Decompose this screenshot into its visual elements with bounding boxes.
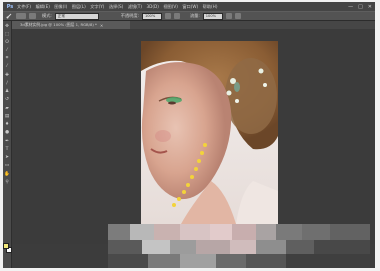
mosaic-block — [256, 224, 276, 240]
mosaic-block — [230, 240, 256, 254]
quick-select-icon[interactable]: ⁄ — [4, 48, 10, 53]
tab-strip — [130, 21, 375, 29]
menu-type[interactable]: 文字(Y) — [90, 4, 104, 10]
mosaic-block — [108, 224, 130, 240]
menu-3d[interactable]: 3D(D) — [146, 4, 158, 9]
close-button[interactable]: ✕ — [368, 4, 372, 10]
mosaic-block — [210, 224, 232, 240]
mosaic-block — [170, 240, 196, 254]
portrait-photo[interactable] — [141, 41, 278, 224]
flow-label: 流量: — [189, 13, 200, 18]
mosaic-block — [256, 240, 286, 254]
pen-icon[interactable]: ✒ — [4, 139, 10, 144]
mosaic-block — [130, 224, 154, 240]
brush-panel-toggle-icon[interactable] — [29, 13, 36, 19]
mosaic-block — [246, 254, 286, 268]
type-icon[interactable]: T — [4, 147, 10, 152]
mosaic-block — [232, 224, 256, 240]
mosaic-block — [314, 240, 370, 254]
menu-edit[interactable]: 编辑(E) — [36, 4, 50, 10]
menu-window[interactable]: 窗口(W) — [182, 4, 198, 10]
mosaic-block — [330, 224, 370, 240]
move-icon[interactable]: ✥ — [4, 24, 10, 29]
menu-layer[interactable]: 图层(L) — [72, 4, 86, 10]
dodge-icon[interactable]: ● — [4, 130, 10, 135]
brush-icon[interactable]: ∕ — [4, 81, 10, 86]
opacity-label: 不透明度: — [120, 13, 139, 18]
mosaic-block — [286, 254, 370, 268]
menu-filter[interactable]: 滤镜(T) — [128, 4, 142, 10]
menu-help[interactable]: 帮助(H) — [203, 4, 218, 10]
mosaic-block — [196, 240, 230, 254]
zoom-icon[interactable]: ⚲ — [4, 180, 10, 185]
document-tab[interactable]: 3d素材实例.jpg @ 100% (图层 1, RGB/8) * ✕ — [12, 21, 131, 29]
status-bar-mosaic — [108, 224, 370, 268]
brush-tool-icon[interactable] — [6, 13, 13, 19]
opacity-value: 100% — [144, 13, 156, 18]
flow-value: 100% — [205, 13, 217, 18]
mode-label: 模式: — [42, 13, 52, 18]
tablet-pressure-icon[interactable] — [234, 13, 241, 19]
maximize-button[interactable]: □ — [358, 4, 363, 10]
blur-icon[interactable]: ♦ — [4, 122, 10, 127]
mosaic-block — [286, 240, 314, 254]
healing-brush-icon[interactable]: ✚ — [4, 73, 10, 78]
marquee-icon[interactable]: ⬚ — [4, 32, 10, 37]
opacity-field[interactable]: 100% — [141, 12, 162, 20]
clone-stamp-icon[interactable]: ♟ — [4, 89, 10, 94]
mode-select[interactable]: 正常 — [54, 12, 99, 20]
window-controls: — □ ✕ — [348, 2, 372, 11]
history-brush-icon[interactable]: ↺ — [4, 97, 10, 102]
mosaic-block — [148, 254, 180, 268]
brush-preset-picker[interactable] — [16, 13, 26, 19]
menu-select[interactable]: 选择(S) — [109, 4, 123, 10]
minimize-button[interactable]: — — [348, 4, 353, 10]
tools-panel: ✥ ⬚ ʘ ⁄ ⌗ ⁄ ✚ ∕ ♟ ↺ ▰ ▤ ♦ ● ✒ T ➤ ▭ ✋ ⚲ — [3, 21, 12, 268]
app-logo: Ps — [6, 3, 14, 10]
menu-bar: Ps 文件(F) 编辑(E) 图像(I) 图层(L) 文字(Y) 选择(S) 滤… — [3, 2, 375, 11]
path-select-icon[interactable]: ➤ — [4, 155, 10, 160]
mosaic-block — [154, 224, 180, 240]
gradient-icon[interactable]: ▤ — [4, 114, 10, 119]
lasso-icon[interactable]: ʘ — [4, 40, 10, 45]
shape-icon[interactable]: ▭ — [4, 163, 10, 168]
mosaic-block — [108, 240, 142, 254]
eraser-icon[interactable]: ▰ — [4, 106, 10, 111]
menu-file[interactable]: 文件(F) — [17, 4, 31, 10]
hand-icon[interactable]: ✋ — [4, 172, 10, 177]
document-tab-title: 3d素材实例.jpg @ 100% (图层 1, RGB/8) * — [20, 22, 97, 27]
close-tab-icon[interactable]: ✕ — [100, 23, 103, 28]
pressure-size-icon[interactable] — [225, 13, 232, 19]
eyedropper-icon[interactable]: ⁄ — [4, 64, 10, 69]
mosaic-block — [180, 254, 216, 268]
options-bar: 模式: 正常 不透明度: 100% 流量: 100% — [3, 11, 375, 21]
crop-icon[interactable]: ⌗ — [4, 56, 10, 61]
pressure-opacity-icon[interactable] — [164, 13, 171, 19]
menu-image[interactable]: 图像(I) — [54, 4, 67, 10]
mosaic-block — [108, 254, 148, 268]
flow-field[interactable]: 100% — [202, 12, 223, 20]
mosaic-block — [276, 224, 302, 240]
menu-view[interactable]: 视图(V) — [163, 4, 178, 10]
mosaic-block — [180, 224, 210, 240]
foreground-color-swatch[interactable] — [3, 243, 9, 249]
mosaic-block — [216, 254, 246, 268]
mode-value: 正常 — [57, 13, 65, 18]
mosaic-block — [302, 224, 330, 240]
mosaic-block — [142, 240, 170, 254]
airbrush-icon[interactable] — [173, 13, 180, 19]
